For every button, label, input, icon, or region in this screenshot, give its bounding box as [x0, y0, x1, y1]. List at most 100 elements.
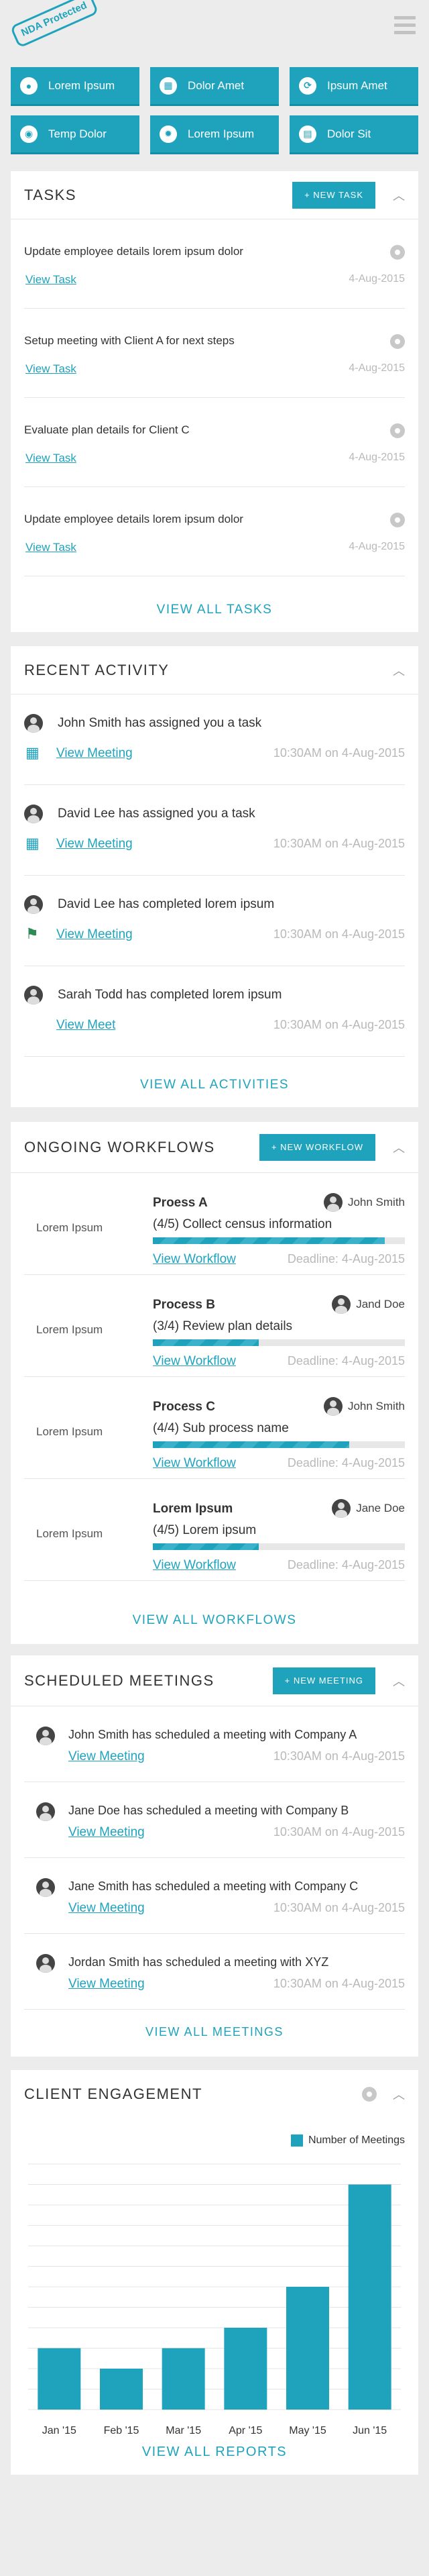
tile-3[interactable]: ⟳ Ipsum Amet [290, 67, 418, 106]
gear-icon: ✹ [160, 125, 177, 143]
collapse-chevron-icon[interactable]: ︿ [393, 1139, 405, 1156]
menu-icon[interactable] [394, 16, 416, 38]
task-settings-gear-icon[interactable] [390, 423, 405, 438]
tile-4[interactable]: ◉ Temp Dolor [11, 115, 139, 154]
process-name: Process B [153, 1298, 215, 1312]
owner-name: Jane Doe [356, 1502, 405, 1514]
bar-4[interactable] [286, 2287, 329, 2410]
collapse-chevron-icon[interactable]: ︿ [393, 662, 405, 679]
collapse-chevron-icon[interactable]: ︿ [393, 187, 405, 204]
tile-1[interactable]: ● Lorem Ipsum [11, 67, 139, 106]
avatar [323, 1397, 343, 1416]
activity-row: Sarah Todd has completed lorem ipsum View… [24, 966, 405, 1057]
task-settings-gear-icon[interactable] [390, 334, 405, 349]
tile-5[interactable]: ✹ Lorem Ipsum [150, 115, 279, 154]
tasks-header: TASKS + NEW TASK ︿ [11, 171, 418, 219]
scheduled-meetings-panel: SCHEDULED MEETINGS + NEW MEETING ︿ John … [11, 1655, 418, 2057]
view-task-link[interactable]: View Task [25, 273, 76, 287]
progress-bar [153, 1237, 405, 1244]
view-meeting-link[interactable]: View Meeting [56, 837, 133, 852]
view-workflow-link[interactable]: View Workflow [153, 1558, 236, 1573]
view-workflow-link[interactable]: View Workflow [153, 1456, 236, 1471]
legend-swatch [290, 2134, 303, 2147]
workflow-label: Lorem Ipsum [36, 1425, 103, 1438]
settings-gear-icon[interactable] [362, 2087, 377, 2102]
chart-legend: Number of Meetings [290, 2134, 405, 2147]
view-all-meetings-link[interactable]: VIEW ALL MEETINGS [11, 2025, 418, 2039]
activity-title: RECENT ACTIVITY [24, 661, 170, 678]
view-meeting-link[interactable]: View Meeting [56, 746, 133, 761]
progress-bar [153, 1441, 405, 1448]
workflow-label: Lorem Ipsum [36, 1527, 103, 1540]
workflow-label: Lorem Ipsum [36, 1221, 103, 1234]
flag-icon: ⚑ [25, 925, 39, 942]
activity-text: David Lee has completed lorem ipsum [58, 897, 275, 911]
collapse-chevron-icon[interactable]: ︿ [393, 1672, 405, 1690]
activity-text: John Smith has assigned you a task [58, 716, 262, 730]
activity-row: David Lee has assigned you a task ▦ View M… [24, 785, 405, 876]
meeting-row: Jane Doe has scheduled a meeting with Co… [24, 1782, 405, 1858]
new-workflow-button[interactable]: + NEW WORKFLOW [259, 1133, 375, 1161]
task-text: Setup meeting with Client A for next ste… [24, 334, 235, 347]
task-date: 4-Aug-2015 [349, 273, 405, 285]
view-all-activities-link[interactable]: VIEW ALL ACTIVITIES [11, 1078, 418, 1092]
meeting-text: John Smith has scheduled a meeting with … [68, 1728, 357, 1741]
task-date: 4-Aug-2015 [349, 541, 405, 552]
view-workflow-link[interactable]: View Workflow [153, 1354, 236, 1369]
view-task-link[interactable]: View Task [25, 452, 76, 465]
process-owner: John Smith [323, 1193, 405, 1212]
deadline: Deadline: 4-Aug-2015 [287, 1558, 405, 1572]
avatar [24, 895, 43, 914]
task-settings-gear-icon[interactable] [390, 513, 405, 527]
owner-name: John Smith [347, 1196, 405, 1208]
bar-0[interactable] [38, 2348, 81, 2410]
workflow-row: Lorem Ipsum Lorem Ipsum Jane Doe (4/5) Lore… [24, 1479, 405, 1581]
bar-5[interactable] [348, 2184, 391, 2410]
view-all-tasks-link[interactable]: VIEW ALL TASKS [11, 603, 418, 617]
tile-2[interactable]: ▦ Dolor Amet [150, 67, 279, 106]
workflows-title: ONGOING WORKFLOWS [24, 1138, 215, 1155]
workflow-row: Lorem Ipsum Process B Jand Doe (3/4) Review… [24, 1275, 405, 1377]
process-owner: Jand Doe [332, 1295, 405, 1314]
x-tick-label: Jan '15 [42, 2425, 76, 2436]
view-meeting-link[interactable]: View Meeting [68, 1901, 145, 1916]
owner-name: Jand Doe [356, 1298, 405, 1310]
tile-label: Lorem Ipsum [48, 79, 115, 92]
task-date: 4-Aug-2015 [349, 362, 405, 374]
bar-2[interactable] [162, 2348, 205, 2410]
avatar [36, 1954, 55, 1973]
view-meeting-link[interactable]: View Meet [56, 1018, 115, 1033]
collapse-chevron-icon[interactable]: ︿ [393, 2085, 405, 2103]
activity-time: 10:30AM on 4-Aug-2015 [273, 837, 405, 850]
task-settings-gear-icon[interactable] [390, 245, 405, 260]
view-meeting-link[interactable]: View Meeting [68, 1977, 145, 1992]
tile-label: Ipsum Amet [327, 79, 387, 92]
meetings-header: SCHEDULED MEETINGS + NEW MEETING ︿ [11, 1655, 418, 1706]
process-name: Proess A [153, 1196, 208, 1210]
progress-fill [153, 1237, 385, 1244]
bar-1[interactable] [100, 2369, 143, 2410]
view-workflow-link[interactable]: View Workflow [153, 1252, 236, 1267]
task-text: Update employee details lorem ipsum dolo… [24, 513, 243, 525]
x-tick-label: May '15 [289, 2425, 326, 2436]
engagement-title: CLIENT ENGAGEMENT [24, 2085, 202, 2102]
view-all-workflows-link[interactable]: VIEW ALL WORKFLOWS [11, 1613, 418, 1628]
eye-icon: ◉ [20, 125, 38, 143]
view-meeting-link[interactable]: View Meeting [68, 1749, 145, 1764]
bar-3[interactable] [224, 2328, 267, 2410]
progress-fill [153, 1339, 259, 1346]
activity-list: John Smith has assigned you a task ▦ View … [11, 694, 418, 1057]
activity-time: 10:30AM on 4-Aug-2015 [273, 1018, 405, 1031]
view-meeting-link[interactable]: View Meeting [68, 1825, 145, 1840]
view-task-link[interactable]: View Task [25, 541, 76, 554]
tile-6[interactable]: ▤ Dolor Sit [290, 115, 418, 154]
view-meeting-link[interactable]: View Meeting [56, 927, 133, 942]
owner-name: John Smith [347, 1400, 405, 1412]
meeting-row: Jane Smith has scheduled a meeting with … [24, 1858, 405, 1934]
new-meeting-button[interactable]: + NEW MEETING [272, 1667, 375, 1694]
meeting-text: Jordan Smith has scheduled a meeting wit… [68, 1955, 329, 1969]
activity-row: John Smith has assigned you a task ▦ View … [24, 694, 405, 785]
new-task-button[interactable]: + NEW TASK [292, 181, 375, 209]
view-all-reports-link[interactable]: VIEW ALL REPORTS [11, 2444, 418, 2460]
view-task-link[interactable]: View Task [25, 362, 76, 376]
